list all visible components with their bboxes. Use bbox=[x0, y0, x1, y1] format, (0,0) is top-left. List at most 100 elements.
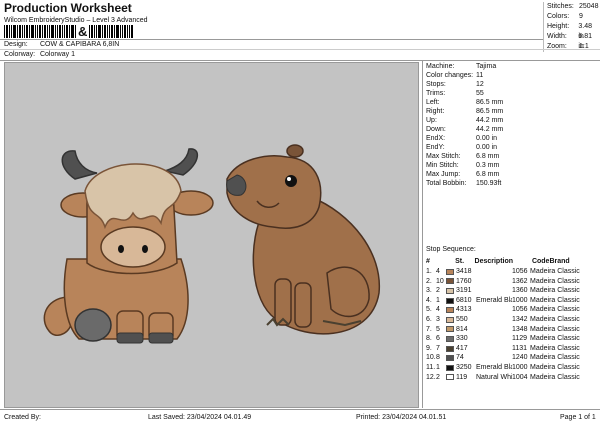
info-label: Trims: bbox=[426, 90, 446, 97]
sequence-table-header: # St. Description Code Brand bbox=[426, 257, 598, 266]
info-label: EndX: bbox=[426, 135, 446, 142]
machine-info-row: Color changes: 11 bbox=[426, 71, 483, 80]
seq-code: 1129 bbox=[512, 335, 528, 343]
seq-stitches: 4313 bbox=[456, 306, 472, 314]
seq-num: 2. bbox=[426, 277, 432, 285]
stat-row: Width: 6.81 in bbox=[544, 32, 599, 50]
seq-num: 5. bbox=[426, 306, 432, 314]
sequence-row: 9. 7 417 1131Madeira Classic 40 bbox=[426, 344, 598, 354]
cow-nostril-right bbox=[142, 245, 148, 253]
seq-stop: 7 bbox=[436, 344, 440, 352]
embroidery-artwork bbox=[43, 144, 381, 344]
info-value: 6.8 mm bbox=[476, 171, 500, 178]
seq-stitches: 119 bbox=[456, 373, 468, 381]
info-label: Up: bbox=[426, 117, 437, 124]
created-by: Created By: bbox=[4, 414, 41, 421]
seq-code: 1362 bbox=[512, 277, 528, 285]
color-swatch bbox=[446, 335, 454, 342]
seq-stitches: 550 bbox=[456, 316, 468, 323]
seq-code: 1131 bbox=[512, 344, 528, 352]
page-number: Page 1 of 1 bbox=[560, 414, 596, 421]
seq-description: Natural White bbox=[476, 373, 512, 381]
machine-info-panel: Machine: Tajima Color changes: 11 Stops: 12 Tr… bbox=[422, 61, 600, 408]
printed-date: Printed: 23/04/2024 04.01.51 bbox=[356, 414, 447, 421]
seq-stitches: 74 bbox=[456, 354, 464, 362]
sequence-row: 11.1 3250 Emerald Black1000Madeira Classic… bbox=[426, 363, 598, 373]
stat-row: Zoom: 1:1 bbox=[544, 42, 599, 52]
info-value: 0.00 in bbox=[476, 144, 498, 151]
capybara-illustration bbox=[226, 144, 381, 335]
info-value: 12 bbox=[476, 81, 484, 88]
stat-label: Width: bbox=[547, 33, 567, 40]
seq-stop: 6 bbox=[436, 335, 440, 343]
seq-num: 1. bbox=[426, 268, 432, 275]
sequence-row: 8. 6 330 1129Madeira Classic 40 bbox=[426, 334, 598, 344]
seq-stop: 2 bbox=[436, 287, 440, 295]
seq-stitches: 330 bbox=[456, 335, 468, 343]
seq-description: Emerald Black bbox=[476, 296, 512, 304]
info-label: Left: bbox=[426, 99, 440, 106]
machine-info-row: EndY: 0.00 in bbox=[426, 143, 497, 152]
seq-code: 1056 bbox=[512, 268, 528, 275]
stat-value: 6.81 in bbox=[578, 33, 592, 50]
sequence-row: 3. 2 3191 1360Madeira Classic 40 bbox=[426, 286, 598, 296]
design-preview bbox=[4, 62, 419, 408]
stat-label: Zoom: bbox=[547, 43, 567, 50]
seq-stitches: 3191 bbox=[456, 287, 472, 295]
color-swatch bbox=[446, 307, 454, 314]
info-value: 44.2 mm bbox=[476, 126, 504, 133]
seq-stop: 5 bbox=[436, 325, 440, 333]
machine-info-row: Max Stitch: 6.8 mm bbox=[426, 152, 499, 161]
sequence-row: 1. 4 3418 1056Madeira Classic 40 bbox=[426, 267, 598, 277]
capybara-eye bbox=[285, 175, 297, 187]
seq-brand: Madeira Classic 40 bbox=[530, 335, 580, 343]
seq-stop: 1 bbox=[436, 296, 440, 304]
seq-brand: Madeira Classic 40 bbox=[530, 344, 580, 352]
cow-hoof-front-2 bbox=[148, 332, 174, 344]
info-value: 86.5 mm bbox=[476, 108, 504, 115]
machine-info-row: Total Bobbin: 150.93ft bbox=[426, 179, 501, 188]
info-label: Max Jump: bbox=[426, 171, 461, 178]
color-swatch bbox=[446, 326, 454, 333]
machine-info-row: Up: 44.2 mm bbox=[426, 116, 503, 125]
seq-code: 1000 bbox=[512, 296, 528, 304]
seq-num: 11. bbox=[426, 364, 436, 371]
col-st: St. bbox=[455, 258, 465, 265]
color-swatch bbox=[446, 364, 454, 371]
stat-row: Height: 3.48 in bbox=[544, 22, 599, 40]
seq-brand: Madeira Classic 40 bbox=[530, 287, 580, 295]
info-label: Stops: bbox=[426, 81, 446, 88]
worksheet-footer: Created By: Last Saved: 23/04/2024 04.01… bbox=[0, 409, 600, 424]
info-label: Total Bobbin: bbox=[426, 180, 467, 187]
stat-value: 25048 bbox=[579, 3, 599, 10]
seq-stop: 4 bbox=[436, 268, 440, 275]
seq-stitches: 417 bbox=[456, 344, 468, 352]
color-swatch bbox=[446, 297, 454, 304]
col-brand: Brand bbox=[549, 258, 570, 265]
seq-num: 3. bbox=[426, 287, 432, 295]
seq-num: 10. bbox=[426, 354, 436, 362]
seq-code: 1342 bbox=[512, 316, 528, 323]
info-value: Tajima bbox=[476, 63, 497, 70]
seq-code: 1240 bbox=[512, 354, 528, 362]
color-swatch bbox=[446, 287, 454, 294]
stat-row: Colors: 9 bbox=[544, 12, 599, 22]
seq-brand: Madeira Classic 40 bbox=[530, 277, 580, 285]
col-num: # bbox=[426, 258, 430, 265]
sequence-row: 7. 5 814 1348Madeira Classic 40 bbox=[426, 325, 598, 335]
info-label: Machine: bbox=[426, 63, 455, 70]
info-value: 150.93ft bbox=[476, 180, 502, 187]
machine-info-row: Min Stitch: 0.3 mm bbox=[426, 161, 499, 170]
colorway-label: Colorway: bbox=[4, 51, 36, 58]
seq-code: 1348 bbox=[512, 325, 528, 333]
color-swatch bbox=[446, 345, 454, 352]
sequence-row: 5. 4 4313 1056Madeira Classic 40 bbox=[426, 305, 598, 315]
software-subtitle: Wilcom EmbroideryStudio – Level 3 Advanc… bbox=[4, 17, 148, 24]
info-value: 86.5 mm bbox=[476, 99, 504, 106]
seq-stop: 2 bbox=[436, 373, 440, 381]
sequence-row: 12.2 119 Natural White1004Madeira Classic … bbox=[426, 373, 598, 383]
info-value: 0.00 in bbox=[476, 135, 498, 142]
design-stats: Stitches: 25048 Colors: 9 Height: 3.48 in Widt… bbox=[543, 2, 599, 52]
stat-label: Height: bbox=[547, 23, 570, 30]
seq-brand: Madeira Classic 40 bbox=[530, 316, 580, 323]
